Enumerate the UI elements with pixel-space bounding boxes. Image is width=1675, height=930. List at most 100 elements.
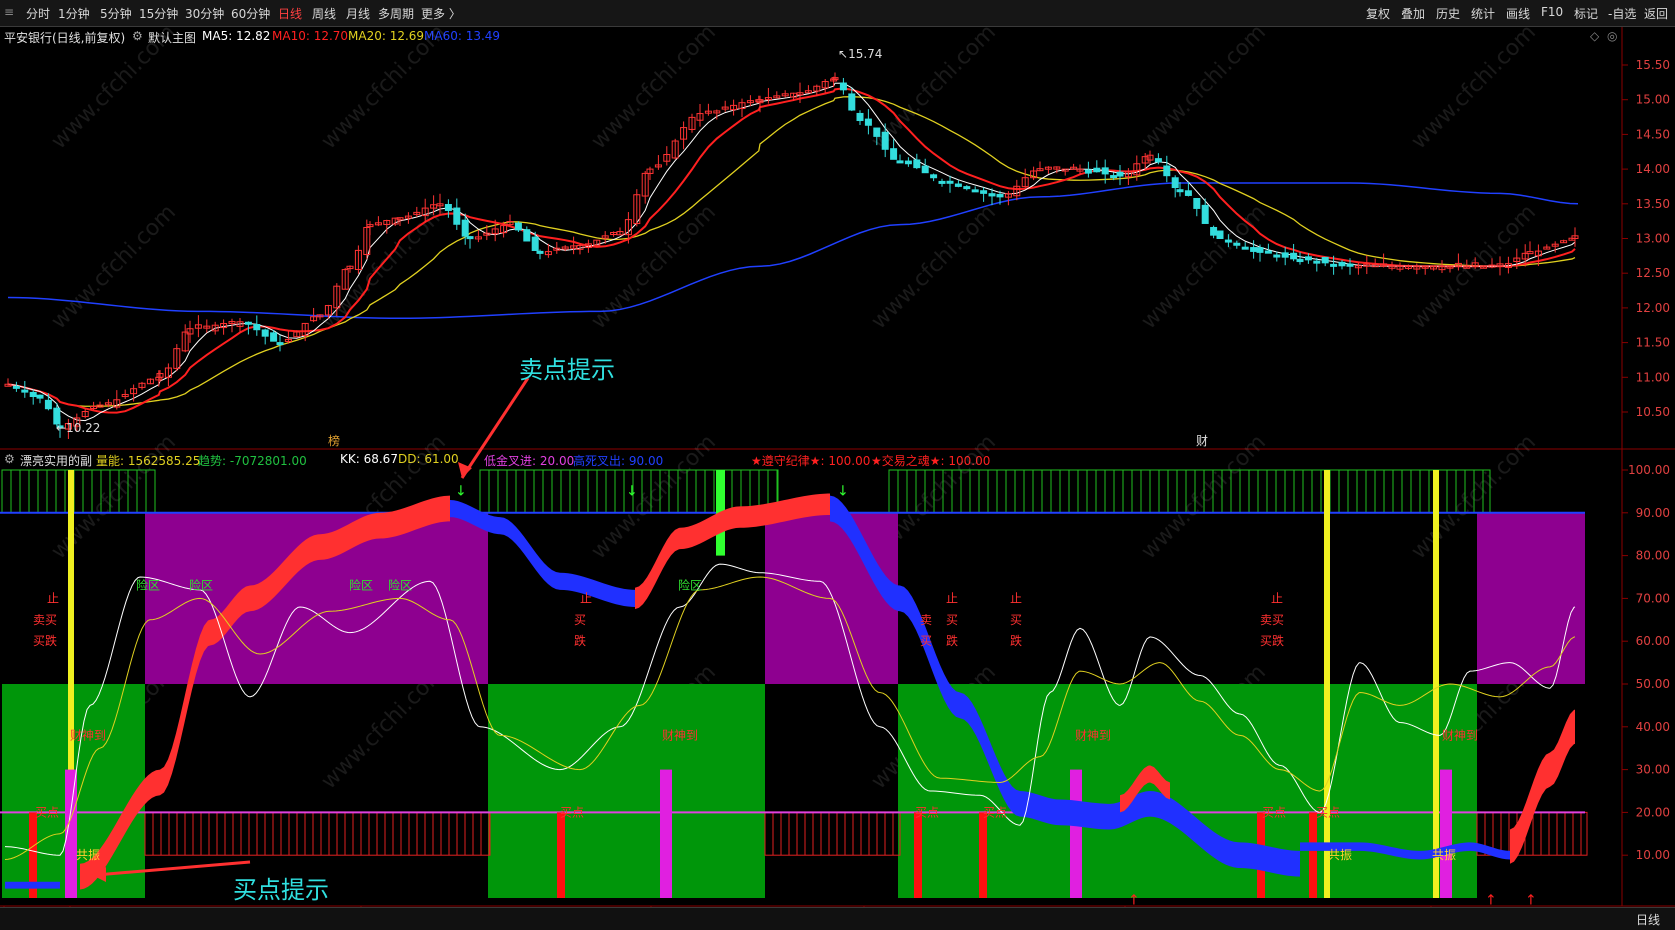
candle-body xyxy=(1210,226,1218,236)
resonance-label: 共振 xyxy=(1432,848,1456,862)
candle-body xyxy=(523,229,531,242)
wealth-label: 财神到 xyxy=(70,728,106,742)
sub-tick-label: 90.00 xyxy=(1636,506,1670,520)
candle-body xyxy=(1116,171,1124,177)
bottom-hatch-box xyxy=(764,811,901,856)
candle-body xyxy=(1176,189,1184,193)
sub-tick-label: 60.00 xyxy=(1636,634,1670,648)
high-price-label: ↖15.74 xyxy=(838,47,882,61)
stop-label: 止 xyxy=(1010,591,1022,605)
signal-label: 跌 xyxy=(574,633,586,648)
sell-arrow-icon: ↓ xyxy=(837,484,849,500)
candle-body xyxy=(1250,247,1258,252)
candle-body xyxy=(453,207,461,225)
watermark-text: www.cfchi.com xyxy=(587,430,721,564)
watermark-text: www.cfchi.com xyxy=(1137,20,1271,154)
watermark-text: www.cfchi.com xyxy=(1407,20,1541,154)
buy-arrow-icon: ↑ xyxy=(1128,892,1140,908)
candle-body xyxy=(856,112,864,122)
buy-drop-label: 买跌 xyxy=(33,633,57,648)
signal-label: 跌 xyxy=(1010,633,1022,648)
candle-body xyxy=(1281,252,1289,258)
rank-marker[interactable]: 榜 xyxy=(328,433,340,448)
candle-body xyxy=(253,324,261,331)
stop-label: 止 xyxy=(580,591,592,605)
candle-body xyxy=(21,389,29,393)
sub-zone-backgrounds xyxy=(0,469,1588,898)
buy-point-label: 买点 xyxy=(1316,805,1340,819)
signal-label: 买 xyxy=(1010,613,1022,627)
sub-tick-label: 70.00 xyxy=(1636,591,1670,605)
red-buy-bar xyxy=(914,812,922,898)
purple-zone xyxy=(1477,512,1585,684)
price-tick-label: 11.50 xyxy=(1636,336,1670,350)
watermark-text: www.cfchi.com xyxy=(317,20,451,154)
candle-body xyxy=(1093,167,1101,173)
stop-label: 止 xyxy=(1271,591,1283,605)
price-tick-label: 15.50 xyxy=(1636,58,1670,72)
sub-tick-label: 20.00 xyxy=(1636,805,1670,819)
red-buy-bar xyxy=(1309,812,1317,898)
candle-body xyxy=(971,189,979,193)
sell-arrow-icon: ↓ xyxy=(455,484,467,500)
low-price-label: ←10.22 xyxy=(56,421,100,435)
magenta-signal-bar xyxy=(1440,769,1452,898)
blue-ribbon xyxy=(5,881,60,889)
bottom-period-label[interactable]: 日线 xyxy=(1636,911,1660,928)
danger-zone-label: 险区 xyxy=(189,578,213,593)
price-tick-label: 14.00 xyxy=(1636,162,1670,176)
candle-body xyxy=(1346,263,1354,267)
sub-tick-label: 100.00 xyxy=(1628,463,1670,477)
buy-point-label: 买点 xyxy=(983,805,1007,819)
chart-canvas[interactable]: www.cfchi.com www.cfchi.com www.cfchi.com w… xyxy=(0,0,1675,929)
wealth-label: 财神到 xyxy=(1075,728,1111,742)
candle-body xyxy=(1163,165,1171,177)
wealth-label: 财神到 xyxy=(1442,728,1478,742)
buy-point-label: 买点 xyxy=(915,805,939,819)
wealth-label: 财神到 xyxy=(662,728,698,742)
buy-point-label: 买点 xyxy=(1262,805,1286,819)
sell-hint-annotation: 卖点提示 xyxy=(519,356,615,384)
sub-tick-label: 10.00 xyxy=(1636,848,1670,862)
ma60-line xyxy=(7,182,1579,320)
candle-body xyxy=(873,127,881,137)
green-zone xyxy=(488,684,765,898)
sell-buy-label: 卖买 xyxy=(33,613,57,627)
bottom-status-bar: 日线 xyxy=(0,907,1675,930)
yellow-signal-bar xyxy=(1324,470,1330,898)
price-tick-label: 14.50 xyxy=(1636,127,1670,141)
candle-body xyxy=(980,190,988,194)
candle-body xyxy=(1084,169,1092,174)
candle-body xyxy=(954,183,962,187)
candle-body xyxy=(1290,252,1298,260)
candle-body xyxy=(1273,254,1281,258)
signal-label: 买 xyxy=(946,613,958,627)
watermark-text: www.cfchi.com xyxy=(587,20,721,154)
candle-body xyxy=(514,222,522,231)
stop-label: 止 xyxy=(47,591,59,605)
candle-body xyxy=(1313,260,1321,264)
sell-buy-label: 卖买 xyxy=(1260,613,1284,627)
signal-label: 买 xyxy=(574,613,586,627)
buy-hint-annotation: 买点提示 xyxy=(233,876,329,904)
buy-arrow-icon: ↑ xyxy=(1485,892,1497,908)
stop-label: 止 xyxy=(946,591,958,605)
ma10-line xyxy=(7,87,1576,414)
red-buy-bar xyxy=(979,812,987,898)
sub-tick-label: 30.00 xyxy=(1636,763,1670,777)
candle-body xyxy=(261,329,269,337)
candle-body xyxy=(270,332,278,342)
candle-body xyxy=(461,219,469,237)
candle-body xyxy=(444,204,452,211)
finance-marker[interactable]: 财 xyxy=(1196,434,1208,448)
candle-body xyxy=(1101,167,1109,175)
yellow-signal-bar xyxy=(1433,470,1439,898)
candle-body xyxy=(921,165,929,174)
danger-zone-label: 险区 xyxy=(388,578,412,593)
danger-zone-label: 险区 xyxy=(678,578,702,593)
price-tick-label: 12.50 xyxy=(1636,266,1670,280)
candle-body xyxy=(1233,242,1241,246)
price-tick-label: 11.00 xyxy=(1636,370,1670,384)
candle-body xyxy=(1193,197,1201,209)
candle-body xyxy=(276,342,284,346)
